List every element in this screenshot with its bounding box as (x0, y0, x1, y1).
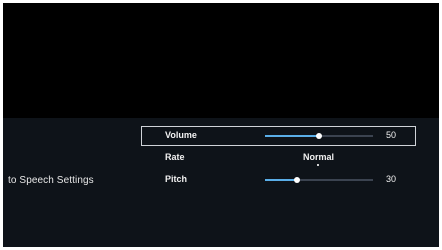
volume-setting-row[interactable]: Volume 50 (141, 126, 416, 146)
rate-label: Rate (165, 152, 185, 162)
pitch-slider-fill (265, 179, 298, 181)
rate-setting-row[interactable]: Rate Normal (141, 148, 416, 168)
settings-panel: to Speech Settings Volume 50 Rate Normal… (3, 118, 439, 247)
volume-slider-fill (265, 135, 319, 137)
tv-screen: to Speech Settings Volume 50 Rate Normal… (3, 3, 439, 247)
pitch-slider-handle[interactable] (294, 177, 301, 183)
pitch-label: Pitch (165, 174, 188, 184)
menu-section-title: to Speech Settings (8, 175, 94, 186)
rate-value: Normal (303, 152, 335, 162)
volume-label: Volume (165, 130, 197, 140)
pitch-value: 30 (386, 174, 397, 184)
rate-selector-indicator (317, 164, 319, 166)
pitch-slider[interactable] (265, 177, 373, 183)
volume-slider-handle[interactable] (316, 133, 322, 139)
pitch-setting-row[interactable]: Pitch 30 (141, 170, 416, 190)
volume-value: 50 (386, 130, 397, 140)
volume-slider[interactable] (265, 133, 373, 139)
